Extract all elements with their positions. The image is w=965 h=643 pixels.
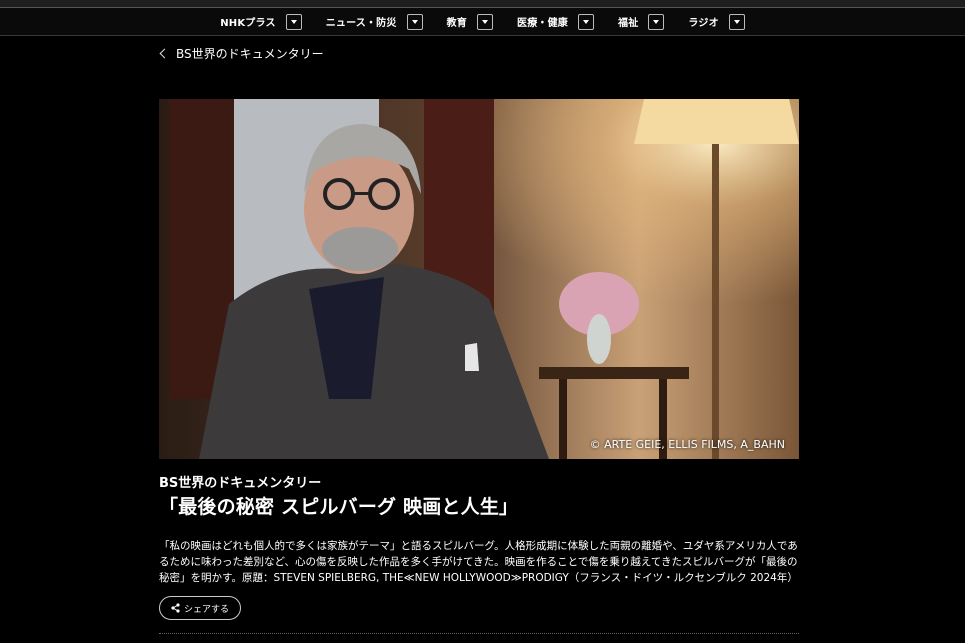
nav-label[interactable]: 教育 — [447, 14, 467, 29]
program-description: 「私の映画はどれも個人的で多くは家族がテーマ」と語るスピルバーグ。人格形成期に体… — [159, 540, 798, 584]
nav-label[interactable]: 福祉 — [618, 14, 638, 29]
share-button[interactable]: シェアする — [159, 596, 241, 620]
nav-item-nhkplus[interactable]: NHKプラス — [220, 13, 302, 30]
nav-label[interactable]: 医療・健康 — [517, 14, 568, 29]
breadcrumb-label[interactable]: BS世界のドキュメンタリー — [176, 45, 324, 62]
hero-photo — [159, 99, 799, 459]
program-title: 「最後の秘密 スピルバーグ 映画と人生」 — [159, 496, 519, 518]
browser-top-strip — [0, 0, 965, 8]
share-icon — [171, 603, 180, 613]
dropdown-toggle-icon[interactable] — [648, 13, 665, 30]
share-label[interactable]: シェアする — [184, 602, 229, 615]
dropdown-toggle-icon[interactable] — [477, 13, 493, 30]
series-name: BS世界のドキュメンタリー — [159, 476, 322, 491]
image-credit: © ARTE GEIE, ELLIS FILMS, A_BAHN — [589, 438, 785, 451]
dropdown-toggle-icon[interactable] — [406, 13, 423, 30]
hero-image: © ARTE GEIE, ELLIS FILMS, A_BAHN — [159, 99, 799, 459]
breadcrumb-back-link[interactable]: BS世界のドキュメンタリー — [159, 45, 324, 62]
chevron-left-icon — [159, 48, 170, 59]
nav-item-health[interactable]: 医療・健康 — [517, 13, 594, 30]
nav-item-welfare[interactable]: 福祉 — [618, 13, 665, 30]
nav-item-news[interactable]: ニュース・防災 — [326, 13, 423, 30]
dropdown-toggle-icon[interactable] — [578, 13, 594, 30]
divider — [159, 633, 799, 634]
nav-label[interactable]: ラジオ — [688, 14, 718, 29]
nav-item-radio[interactable]: ラジオ — [688, 13, 745, 30]
global-nav: NHKプラス ニュース・防災 教育 医療・健康 福祉 ラジオ — [0, 8, 965, 36]
nav-item-education[interactable]: 教育 — [447, 13, 493, 30]
nav-label[interactable]: NHKプラス — [220, 14, 276, 29]
dropdown-toggle-icon[interactable] — [285, 13, 302, 30]
nav-label[interactable]: ニュース・防災 — [326, 14, 397, 29]
dropdown-toggle-icon[interactable] — [728, 13, 745, 30]
